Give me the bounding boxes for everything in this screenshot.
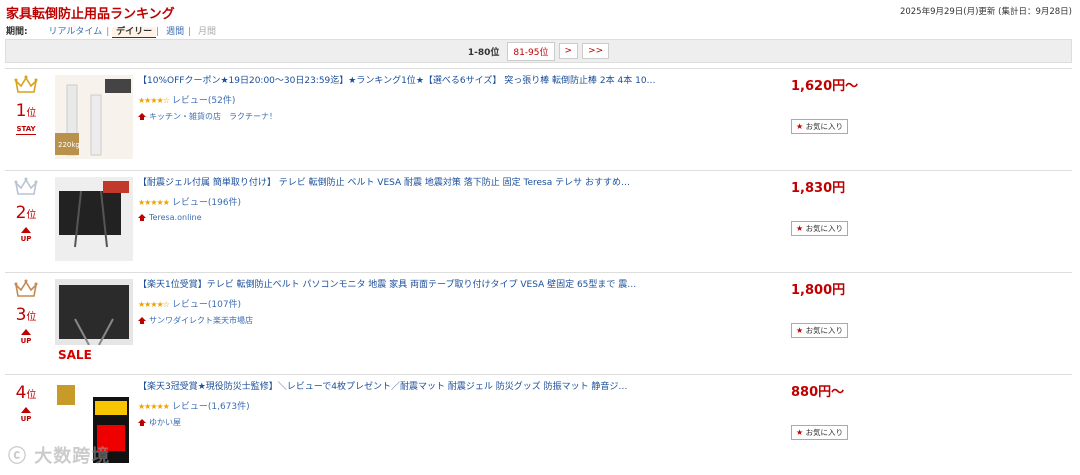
bronze-crown-icon [14, 279, 38, 297]
next-page-button[interactable]: > [558, 43, 579, 59]
period-label: 期間: [6, 27, 28, 37]
product-title-link[interactable]: 【楽天3冠受賞★現役防災士監修】＼レビューで4枚プレゼント／耐震マット 耐震ジェ… [138, 381, 698, 394]
rank-block: 2位 UP [8, 177, 44, 243]
favorite-button[interactable]: ★ お気に入り [791, 119, 849, 134]
rank-number: 3位 [15, 305, 37, 325]
up-arrow-icon [21, 329, 31, 335]
favorite-button[interactable]: ★ お気に入り [791, 425, 849, 440]
shop-icon [138, 317, 146, 324]
last-page-button[interactable]: >> [582, 43, 610, 59]
product-image[interactable]: SALE [55, 279, 133, 363]
ranking-item: 1位 STAY 220kg 【10%OFFクーポン★19日20:00〜30日23… [5, 68, 1072, 169]
favorite-button[interactable]: ★ お気に入り [791, 323, 849, 338]
product-title-link[interactable]: 【楽天1位受賞】テレビ 転倒防止ベルト パソコンモニタ 地震 家具 両面テープ取… [138, 279, 698, 292]
next-range-button[interactable]: 81-95位 [507, 41, 555, 61]
shop-icon [138, 419, 146, 426]
rank-status: UP [8, 407, 44, 423]
star-icon: ★ [796, 428, 804, 437]
pagination: 1-80位 81-95位 > >> [5, 39, 1072, 63]
ranking-item: 3位 UP SALE 【楽天1位受賞】テレビ 転倒防止ベルト パソコンモニタ 地… [5, 272, 1072, 373]
product-image[interactable]: 220kg [55, 75, 133, 159]
up-arrow-icon [21, 407, 31, 413]
star-icon: ★ [796, 122, 804, 131]
price: 1,830円 [791, 181, 846, 196]
update-info: 2025年9月29日(月)更新 (集計日：9月28日) [899, 7, 1072, 17]
rank-status: UP [8, 227, 44, 243]
rank-block: 4位 UP [8, 381, 44, 423]
shop-icon [138, 113, 146, 120]
current-range: 1-80位 [467, 47, 500, 58]
shop-link[interactable]: Teresa.online [138, 213, 698, 222]
up-arrow-icon [21, 227, 31, 233]
review-link[interactable]: ★★★★★ レビュー(1,673件) [138, 399, 698, 412]
ranking-item: 2位 UP 【耐震ジェル付属 簡単取り付け】 テレビ 転倒防止 ベルト VESA… [5, 170, 1072, 271]
watermark-logo: ⓒ 大数跨境 [8, 446, 111, 467]
favorite-button[interactable]: ★ お気に入り [791, 221, 849, 236]
silver-crown-icon [14, 177, 38, 195]
price: 1,800円 [791, 283, 846, 298]
shop-icon [138, 214, 146, 221]
price: 1,620円〜 [791, 79, 859, 94]
rank-number: 4位 [15, 383, 37, 403]
product-image[interactable] [55, 177, 133, 261]
period-tab-weekly[interactable]: 週間 [162, 27, 188, 37]
rank-block: 3位 UP [8, 279, 44, 345]
shop-link[interactable]: ゆかい屋 [138, 417, 698, 428]
shop-link[interactable]: キッチン・雑貨の店 ラクチーナ！ [138, 111, 698, 122]
rank-status: STAY [16, 125, 36, 135]
star-icon: ★ [796, 224, 804, 233]
svg-text:220kg: 220kg [58, 141, 80, 149]
page-title: 家具転倒防止用品ランキング [6, 7, 175, 22]
product-title-link[interactable]: 【10%OFFクーポン★19日20:00〜30日23:59迄】★ランキング1位★… [138, 75, 698, 88]
rank-number: 2位 [15, 203, 37, 223]
review-link[interactable]: ★★★★☆ レビュー(107件) [138, 297, 698, 310]
ranking-item: 4位 UP 【楽天3冠受賞★現役防災士監修】＼レビューで4枚プレゼント／耐震マッ… [5, 374, 1072, 475]
period-tab-monthly[interactable]: 月間 [194, 27, 220, 37]
gold-crown-icon [14, 75, 38, 93]
review-link[interactable]: ★★★★★ レビュー(196件) [138, 195, 698, 208]
period-tab-daily[interactable]: デイリー [112, 27, 157, 38]
price: 880円〜 [791, 385, 845, 400]
star-icon: ★ [796, 326, 804, 335]
rank-block: 1位 STAY [8, 75, 44, 135]
rank-status: UP [8, 329, 44, 345]
period-tab-realtime[interactable]: リアルタイム [44, 27, 106, 37]
rank-number: 1位 [15, 101, 37, 121]
sale-label: SALE [58, 348, 92, 362]
shop-link[interactable]: サンワダイレクト楽天市場店 [138, 315, 698, 326]
product-title-link[interactable]: 【耐震ジェル付属 簡単取り付け】 テレビ 転倒防止 ベルト VESA 耐震 地震… [138, 177, 698, 190]
review-link[interactable]: ★★★★☆ レビュー(52件) [138, 93, 698, 106]
period-tabs: 期間: リアルタイム | デイリー | 週間 | 月間 [6, 24, 220, 38]
